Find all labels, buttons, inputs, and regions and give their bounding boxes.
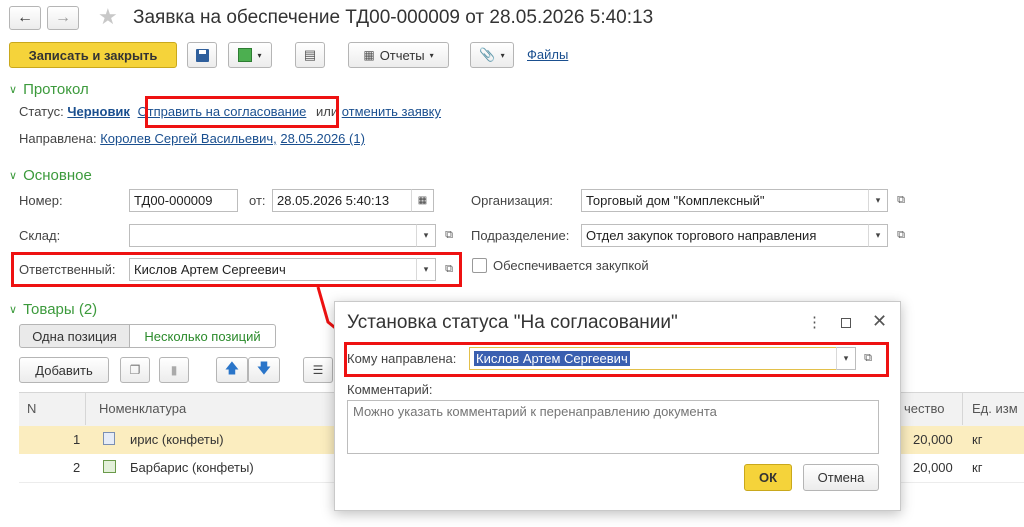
- status-dialog: Установка статуса "На согласовании" ⋮ ✕ …: [334, 301, 901, 511]
- row-unit: кг: [972, 432, 983, 447]
- product-icon: [103, 432, 115, 445]
- cancel-button[interactable]: Отмена: [803, 464, 879, 491]
- close-icon[interactable]: ✕: [872, 311, 887, 332]
- goods-section-title: Товары (2): [23, 301, 98, 318]
- toggle-several-positions[interactable]: Несколько позиций: [129, 324, 276, 348]
- paste-row-button[interactable]: ▮: [159, 357, 189, 383]
- column-header-unit: Ед. изм: [972, 401, 1018, 416]
- comment-textarea[interactable]: [347, 400, 879, 454]
- row-name: Барбарис (конфеты): [130, 460, 254, 475]
- chevron-down-icon: ∨: [9, 304, 18, 316]
- arrow-up-icon: 🡅: [224, 360, 240, 376]
- move-up-button[interactable]: 🡅: [216, 357, 248, 383]
- ok-button[interactable]: ОК: [744, 464, 792, 491]
- toggle-one-position[interactable]: Одна позиция: [19, 324, 130, 348]
- copy-icon: ❐: [129, 363, 141, 377]
- highlight-recipient: [344, 342, 889, 377]
- dialog-title: Установка статуса "На согласовании": [347, 312, 678, 333]
- move-down-button[interactable]: 🡇: [248, 357, 280, 383]
- copy-row-button[interactable]: ❐: [120, 357, 150, 383]
- barcode-button[interactable]: ☰: [303, 357, 333, 383]
- column-header-nomenclature: Номенклатура: [99, 401, 187, 416]
- maximize-icon[interactable]: [841, 318, 851, 328]
- arrow-down-icon: 🡇: [256, 360, 272, 376]
- add-row-button[interactable]: Добавить: [19, 357, 109, 383]
- row-number: 1: [73, 432, 81, 447]
- comment-label: Комментарий:: [347, 382, 433, 397]
- row-number: 2: [73, 460, 81, 475]
- more-options-icon[interactable]: ⋮: [807, 313, 822, 331]
- barcode-icon: ☰: [312, 363, 324, 377]
- column-header-quantity: чество: [904, 401, 945, 416]
- column-header-n: N: [27, 401, 37, 416]
- row-quantity: 20,000: [913, 432, 953, 447]
- paste-icon: ▮: [170, 363, 178, 377]
- row-unit: кг: [972, 460, 983, 475]
- product-icon: [103, 460, 116, 473]
- goods-section-header[interactable]: ∨ Товары (2): [9, 301, 97, 318]
- row-quantity: 20,000: [913, 460, 953, 475]
- row-name: ирис (конфеты): [130, 432, 224, 447]
